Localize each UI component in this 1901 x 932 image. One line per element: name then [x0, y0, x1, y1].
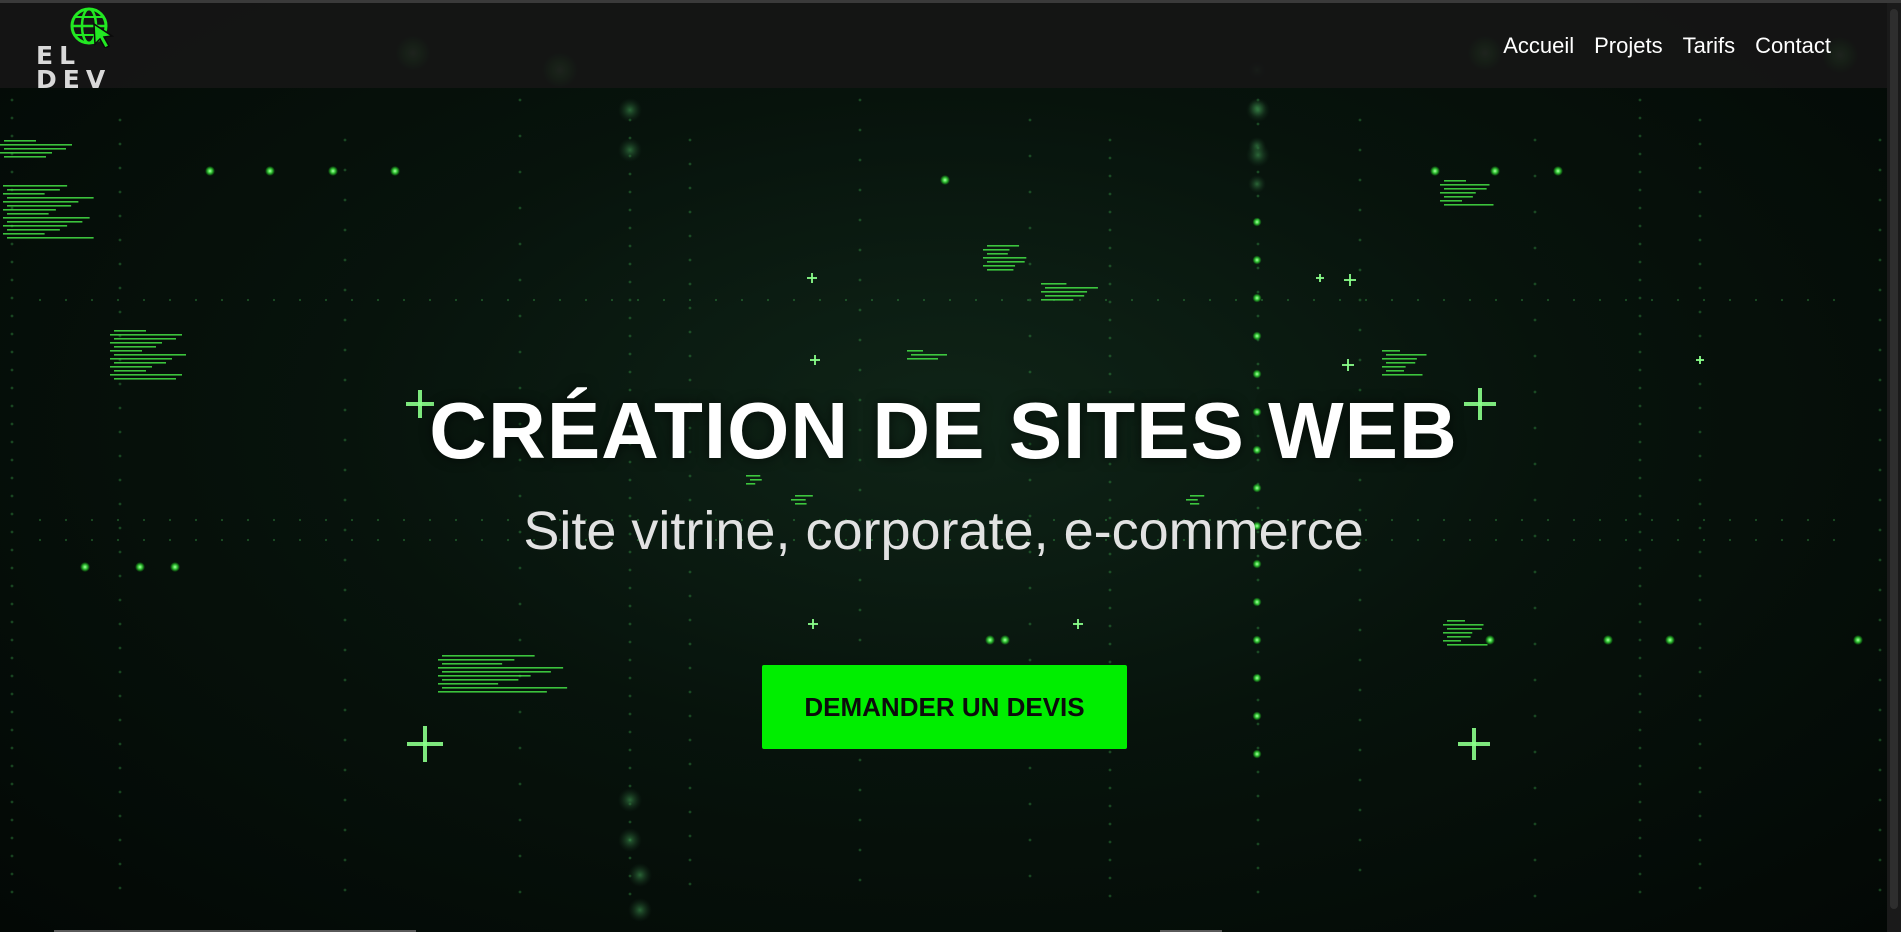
page-scrollbar[interactable] [1887, 3, 1901, 932]
nav-link-projets[interactable]: Projets [1594, 33, 1662, 59]
hero-title: CRÉATION DE SITES WEB [429, 386, 1458, 475]
nav-link-tarifs[interactable]: Tarifs [1683, 33, 1736, 59]
hero-subtitle: Site vitrine, corporate, e-commerce [523, 501, 1364, 561]
logo-text: EL DEV [36, 40, 112, 94]
nav-link-accueil[interactable]: Accueil [1503, 33, 1574, 59]
page: EL DEV Accueil Projets Tarifs Contact CR… [0, 0, 1901, 932]
nav-link-contact[interactable]: Contact [1755, 33, 1831, 59]
scrollbar-thumb[interactable] [1890, 9, 1898, 909]
main-navigation: Accueil Projets Tarifs Contact [1503, 33, 1831, 59]
hero-section: CRÉATION DE SITES WEB Site vitrine, corp… [0, 88, 1887, 932]
request-quote-button[interactable]: DEMANDER UN DEVIS [762, 665, 1127, 749]
top-navbar: EL DEV Accueil Projets Tarifs Contact [0, 3, 1887, 92]
logo[interactable]: EL DEV [36, 6, 146, 92]
